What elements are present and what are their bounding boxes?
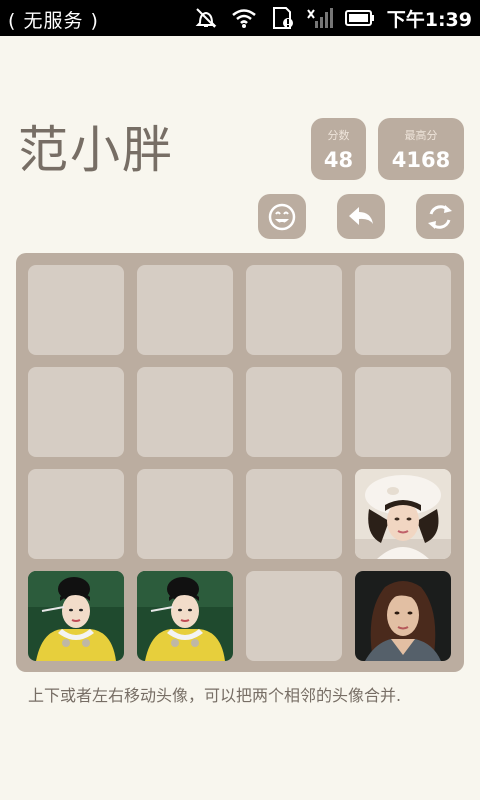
score-value: 48	[323, 148, 354, 172]
board-cell-empty	[28, 367, 124, 457]
board-tile-portrait-white-hat	[355, 469, 451, 559]
board-cell-empty	[246, 469, 342, 559]
score-box: 分数 48	[311, 118, 366, 180]
game-board[interactable]	[16, 253, 464, 672]
battery-icon	[344, 10, 374, 26]
board-cell-empty	[137, 469, 233, 559]
board-cell-empty	[355, 367, 451, 457]
app-title: 范小胖	[18, 121, 174, 179]
board-tile-portrait-dark-hair	[355, 571, 451, 661]
emoji-button[interactable]	[258, 194, 306, 239]
board-cell-empty	[246, 367, 342, 457]
board-cell-empty	[137, 265, 233, 355]
carrier-label: ( 无服务 )	[8, 10, 99, 32]
sd-card-icon	[272, 7, 293, 29]
restart-icon	[428, 204, 452, 229]
restart-button[interactable]	[416, 194, 464, 239]
board-cell-empty	[28, 469, 124, 559]
wifi-icon	[231, 9, 256, 28]
board-cell-empty	[28, 265, 124, 355]
smiley-icon	[268, 203, 296, 230]
undo-icon	[349, 206, 373, 225]
alarm-off-icon	[195, 8, 217, 28]
board-cell-empty	[246, 265, 342, 355]
best-score-label: 最高分	[404, 129, 438, 142]
board-cell-empty	[137, 367, 233, 457]
best-score-box: 最高分 4168	[378, 118, 464, 180]
instructions-text: 上下或者左右移动头像，可以把两个相邻的头像合并.	[28, 686, 402, 705]
status-icons: 下午1:39	[193, 0, 472, 36]
status-bar: ( 无服务 ) 下午1:39	[0, 0, 480, 36]
undo-button[interactable]	[337, 194, 385, 239]
no-signal-icon	[306, 8, 333, 28]
status-time: 下午1:39	[386, 8, 472, 31]
board-tile-portrait-yellow-costume	[137, 571, 233, 661]
score-label: 分数	[327, 129, 350, 142]
board-cell-empty	[355, 265, 451, 355]
board-tile-portrait-yellow-costume	[28, 571, 124, 661]
board-cell-empty	[246, 571, 342, 661]
best-score-value: 4168	[391, 148, 451, 172]
